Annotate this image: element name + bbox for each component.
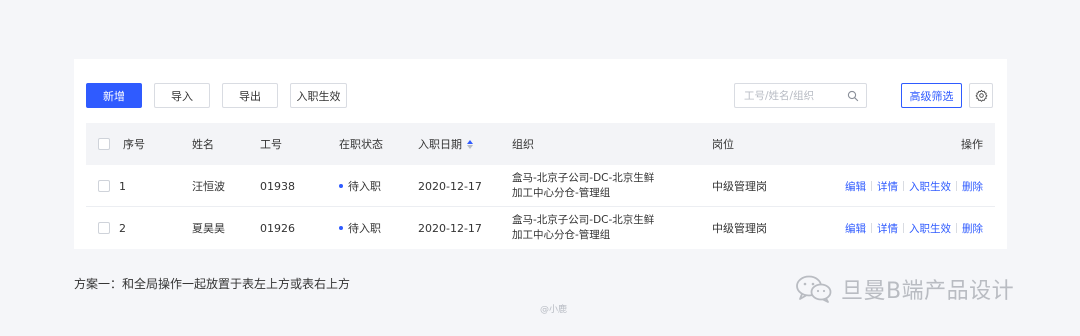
row-id: 01926 <box>260 221 295 235</box>
row-position: 中级管理岗 <box>712 180 767 193</box>
row-no: 2 <box>119 221 126 235</box>
status-dot-icon <box>339 226 343 230</box>
header-date[interactable]: 入职日期 <box>418 123 473 165</box>
effective-link[interactable]: 入职生效 <box>909 221 951 236</box>
row-no: 1 <box>119 179 126 193</box>
wechat-icon <box>796 275 832 303</box>
select-all-checkbox[interactable] <box>98 138 110 150</box>
header-ops: 操作 <box>961 138 983 151</box>
header-date-label: 入职日期 <box>418 138 462 151</box>
effective-link[interactable]: 入职生效 <box>909 179 951 194</box>
row-status-label: 待入职 <box>348 222 381 235</box>
row-org-line1: 盒马-北京子公司-DC-北京生鲜 <box>512 172 655 184</box>
row-check-cell <box>98 165 110 207</box>
caption: 方案一：和全局操作一起放置于表左上方或表右上方 <box>74 277 351 291</box>
status-dot-icon <box>339 184 343 188</box>
export-button[interactable]: 导出 <box>222 83 278 108</box>
new-button[interactable]: 新增 <box>86 83 142 108</box>
row-checkbox[interactable] <box>98 222 110 234</box>
row-status: 待入职 <box>339 207 381 249</box>
watermark: 旦曼B端产品设计 <box>795 273 1014 305</box>
gear-icon <box>975 89 987 102</box>
header-name: 姓名 <box>192 138 214 151</box>
search-box <box>734 83 867 108</box>
delete-link[interactable]: 删除 <box>962 179 983 194</box>
edit-link[interactable]: 编辑 <box>845 221 866 236</box>
divider <box>871 223 872 233</box>
row-date: 2020-12-17 <box>418 221 482 235</box>
row-status: 待入职 <box>339 165 381 207</box>
header-position: 岗位 <box>712 138 734 151</box>
edit-link[interactable]: 编辑 <box>845 179 866 194</box>
row-name: 汪恒波 <box>192 180 225 193</box>
effective-button[interactable]: 入职生效 <box>290 83 347 108</box>
table-row: 1 汪恒波 01938 待入职 2020-12-17 盒马-北京子公司-DC-北… <box>86 165 995 207</box>
row-date: 2020-12-17 <box>418 179 482 193</box>
table-card: 新增 导入 导出 入职生效 高级筛选 序号 姓名 工号 在职状态 入职日期 <box>74 59 1007 249</box>
sort-icon[interactable] <box>467 139 473 149</box>
import-button[interactable]: 导入 <box>154 83 210 108</box>
toolbar: 新增 导入 导出 入职生效 高级筛选 <box>86 83 995 108</box>
detail-link[interactable]: 详情 <box>877 221 898 236</box>
divider <box>903 181 904 191</box>
search-input[interactable] <box>744 89 850 102</box>
detail-link[interactable]: 详情 <box>877 179 898 194</box>
header-id: 工号 <box>260 138 282 151</box>
row-name: 夏昊昊 <box>192 222 225 235</box>
row-org: 盒马-北京子公司-DC-北京生鲜 加工中心分仓-管理组 <box>512 165 654 207</box>
divider <box>871 181 872 191</box>
delete-link[interactable]: 删除 <box>962 221 983 236</box>
header-status: 在职状态 <box>339 138 383 151</box>
divider <box>956 223 957 233</box>
row-org: 盒马-北京子公司-DC-北京生鲜 加工中心分仓-管理组 <box>512 207 654 249</box>
settings-button[interactable] <box>969 83 993 108</box>
search-icon[interactable] <box>847 90 859 102</box>
row-position: 中级管理岗 <box>712 222 767 235</box>
header-no: 序号 <box>123 138 145 151</box>
row-org-line2: 加工中心分仓-管理组 <box>512 229 611 241</box>
header-org: 组织 <box>512 138 534 151</box>
credit: @小鹿 <box>540 305 568 315</box>
row-status-label: 待入职 <box>348 180 381 193</box>
select-all-cell <box>98 123 110 165</box>
row-id: 01938 <box>260 179 295 193</box>
row-checkbox[interactable] <box>98 180 110 192</box>
divider <box>956 181 957 191</box>
watermark-text: 旦曼B端产品设计 <box>841 279 1015 304</box>
table-header: 序号 姓名 工号 在职状态 入职日期 组织 岗位 操作 <box>86 123 995 165</box>
row-org-line1: 盒马-北京子公司-DC-北京生鲜 <box>512 214 655 226</box>
table-row: 2 夏昊昊 01926 待入职 2020-12-17 盒马-北京子公司-DC-北… <box>86 207 995 249</box>
row-check-cell <box>98 207 110 249</box>
row-actions: 编辑 详情 入职生效 删除 <box>845 207 983 249</box>
row-actions: 编辑 详情 入职生效 删除 <box>845 165 983 207</box>
divider <box>903 223 904 233</box>
row-org-line2: 加工中心分仓-管理组 <box>512 187 611 199</box>
advanced-filter-button[interactable]: 高级筛选 <box>901 83 962 108</box>
